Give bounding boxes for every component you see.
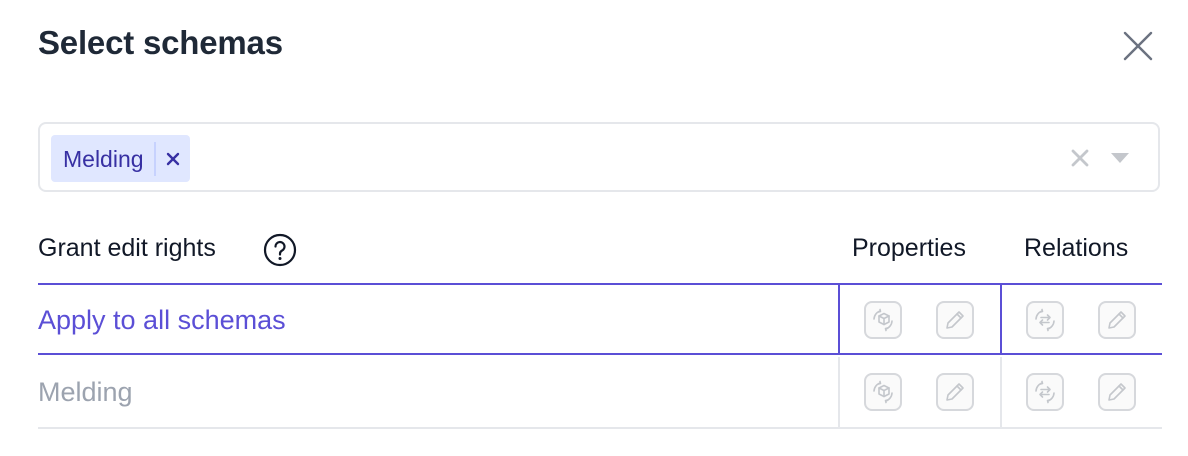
- cube-sync-icon: [873, 380, 893, 404]
- chevron-down-icon: [1111, 153, 1129, 163]
- close-button[interactable]: [1118, 26, 1158, 66]
- clear-selection-button[interactable]: [1066, 144, 1094, 172]
- apply-all-link[interactable]: Apply to all schemas: [38, 305, 286, 336]
- help-icon[interactable]: [263, 233, 297, 267]
- pencil-icon: [946, 383, 964, 401]
- selected-chip-melding: Melding: [51, 135, 190, 182]
- cube-sync-icon: [873, 308, 893, 332]
- remove-icon: [166, 152, 179, 165]
- arrows-sync-icon: [1035, 308, 1055, 332]
- pencil-icon: [946, 311, 964, 329]
- column-divider: [1000, 285, 1002, 353]
- column-divider: [838, 285, 840, 353]
- table-row-apply-all: Apply to all schemas: [38, 283, 1162, 355]
- schema-multiselect[interactable]: Melding: [38, 122, 1160, 192]
- relations-edit-button[interactable]: [1098, 301, 1136, 339]
- relations-edit-button[interactable]: [1098, 373, 1136, 411]
- schema-name: Melding: [38, 377, 133, 407]
- clear-icon: [1071, 149, 1089, 167]
- grant-edit-rights-label: Grant edit rights: [38, 234, 216, 262]
- column-header-properties: Properties: [852, 234, 966, 262]
- dropdown-toggle[interactable]: [1106, 144, 1134, 172]
- properties-sync-button[interactable]: [864, 373, 902, 411]
- relations-sync-button[interactable]: [1026, 373, 1064, 411]
- column-divider: [838, 357, 840, 427]
- chip-label: Melding: [51, 141, 156, 176]
- close-icon: [1123, 31, 1153, 61]
- relations-sync-button[interactable]: [1026, 301, 1064, 339]
- properties-sync-button[interactable]: [864, 301, 902, 339]
- pencil-icon: [1108, 383, 1126, 401]
- chip-remove-button[interactable]: [156, 135, 190, 182]
- dialog-title: Select schemas: [38, 24, 283, 61]
- column-divider: [1000, 357, 1002, 427]
- table-row-melding: Melding: [38, 357, 1162, 429]
- properties-edit-button[interactable]: [936, 373, 974, 411]
- properties-edit-button[interactable]: [936, 301, 974, 339]
- column-header-relations: Relations: [1024, 234, 1129, 262]
- pencil-icon: [1108, 311, 1126, 329]
- arrows-sync-icon: [1035, 380, 1055, 404]
